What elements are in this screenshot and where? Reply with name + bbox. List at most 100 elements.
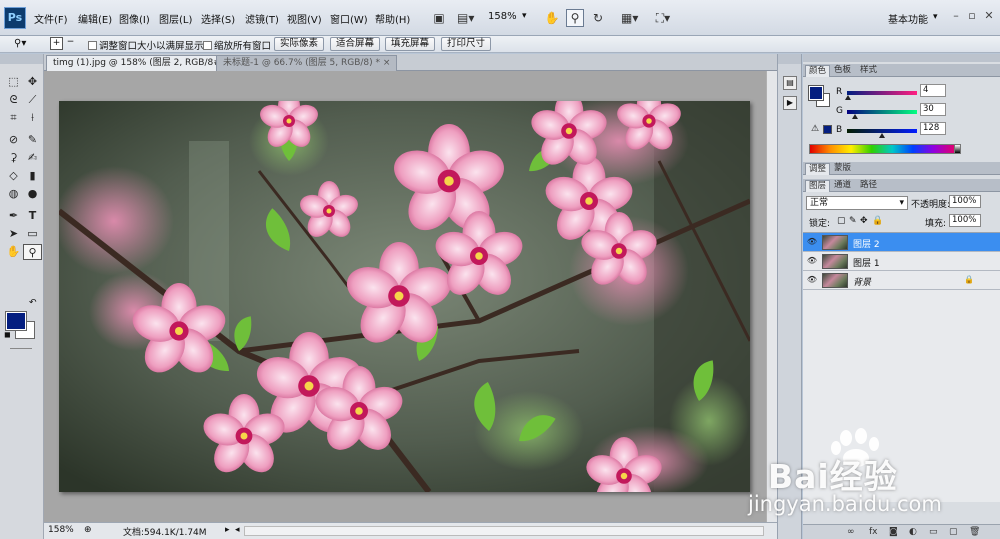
- tab-adjustments[interactable]: 调整: [805, 163, 831, 175]
- shape-tool-icon[interactable]: ▭: [23, 226, 42, 242]
- screen-mode-icon[interactable]: ▤▾: [456, 9, 474, 27]
- blue-slider-thumb[interactable]: [879, 133, 886, 138]
- actions-panel-icon[interactable]: ▶: [783, 96, 797, 110]
- zoom-out-icon[interactable]: −: [64, 37, 77, 50]
- gradient-tool-icon[interactable]: ▮: [23, 168, 42, 184]
- blur-tool-icon[interactable]: ◍: [4, 186, 23, 202]
- red-slider-thumb[interactable]: [845, 95, 852, 100]
- add-mask-icon[interactable]: ◙: [889, 527, 898, 537]
- lock-transparency-icon[interactable]: ▢: [837, 216, 846, 226]
- red-channel-slider[interactable]: [845, 91, 917, 100]
- eraser-tool-icon[interactable]: ◇: [4, 168, 23, 184]
- restore-icon[interactable]: ▫: [966, 9, 978, 23]
- zoom-tool-icon[interactable]: ⚲: [23, 244, 42, 260]
- clone-stamp-tool-icon[interactable]: ⚳: [4, 150, 23, 166]
- chevron-down-icon[interactable]: ▾: [522, 11, 527, 21]
- layer-row-layer-2[interactable]: 👁 图层 2: [803, 233, 1000, 252]
- out-of-gamut-warning-icon[interactable]: ⚠: [811, 124, 819, 134]
- menu-filter[interactable]: 滤镜(T): [245, 11, 279, 26]
- delete-layer-icon[interactable]: 🗑: [969, 527, 980, 537]
- resize-windows-checkbox[interactable]: 调整窗口大小以满屏显示: [88, 38, 204, 52]
- blue-channel-slider[interactable]: [847, 129, 917, 138]
- close-icon[interactable]: ✕: [983, 9, 995, 23]
- marquee-tool-icon[interactable]: ⬚: [4, 74, 23, 90]
- menu-layer[interactable]: 图层(L): [159, 11, 192, 26]
- eyedropper-tool-icon[interactable]: ⟊: [23, 110, 42, 126]
- history-brush-tool-icon[interactable]: ✍: [23, 150, 42, 166]
- green-slider-thumb[interactable]: [852, 114, 859, 119]
- visibility-eye-icon[interactable]: 👁: [806, 256, 818, 266]
- document-horizontal-scrollbar[interactable]: [244, 526, 764, 536]
- minimize-icon[interactable]: –: [950, 9, 962, 23]
- color-panel-foreground-swatch[interactable]: [808, 85, 824, 101]
- tab-swatches[interactable]: 色板: [831, 65, 854, 77]
- blue-channel-value[interactable]: 128: [920, 122, 946, 135]
- zoom-in-icon[interactable]: +: [50, 37, 63, 50]
- menu-view[interactable]: 视图(V): [287, 11, 322, 26]
- visibility-eye-icon[interactable]: 👁: [806, 275, 818, 285]
- lock-image-icon[interactable]: ✎: [849, 216, 857, 226]
- layer-name[interactable]: 图层 1: [853, 256, 880, 269]
- tab-layers[interactable]: 图层: [805, 180, 831, 192]
- rotate-view-icon[interactable]: ↻: [589, 9, 607, 27]
- lock-all-icon[interactable]: 🔒: [872, 216, 883, 226]
- close-tab-icon[interactable]: ×: [383, 58, 391, 68]
- menu-image[interactable]: 图像(I): [119, 11, 150, 26]
- zoom-level-select[interactable]: 158%: [488, 11, 517, 22]
- fill-screen-button[interactable]: 填充屏幕: [385, 37, 436, 51]
- green-channel-slider[interactable]: [847, 110, 917, 119]
- link-layers-icon[interactable]: ∞: [847, 527, 855, 537]
- scroll-left-icon[interactable]: ◂: [235, 525, 240, 535]
- gamut-color-swatch[interactable]: [823, 125, 832, 134]
- brush-tool-icon[interactable]: ✎: [23, 132, 42, 148]
- opacity-field[interactable]: 100%: [949, 195, 981, 208]
- red-channel-value[interactable]: 4: [920, 84, 946, 97]
- adjustment-layer-icon[interactable]: ◐: [909, 527, 917, 537]
- default-colors-icon[interactable]: ◼: [4, 330, 11, 339]
- new-group-icon[interactable]: ▭: [929, 527, 938, 537]
- path-selection-tool-icon[interactable]: ➤: [4, 226, 23, 242]
- green-channel-value[interactable]: 30: [920, 103, 946, 116]
- screen-mode-full-icon[interactable]: ⛶▾: [654, 9, 672, 27]
- history-panel-icon[interactable]: ▤: [783, 76, 797, 90]
- tab-color[interactable]: 颜色: [805, 65, 831, 77]
- move-tool-icon[interactable]: ✥: [23, 74, 42, 90]
- blend-mode-select[interactable]: 正常 ▾: [806, 196, 908, 210]
- status-menu-arrow-icon[interactable]: ▸: [225, 525, 230, 535]
- dodge-tool-icon[interactable]: ●: [23, 186, 42, 202]
- lasso-tool-icon[interactable]: ᘓ: [4, 92, 23, 108]
- menu-edit[interactable]: 编辑(E): [78, 11, 112, 26]
- visibility-eye-icon[interactable]: 👁: [806, 237, 818, 247]
- new-layer-icon[interactable]: ▢: [949, 527, 958, 537]
- foreground-color-swatch[interactable]: [5, 311, 27, 331]
- tab-styles[interactable]: 样式: [857, 65, 880, 77]
- hand-tool-icon[interactable]: ✋: [4, 244, 23, 260]
- bridge-icon[interactable]: ▣: [430, 9, 448, 27]
- workspace-switcher[interactable]: 基本功能: [888, 11, 928, 26]
- lock-position-icon[interactable]: ✥: [860, 216, 868, 226]
- actual-pixels-button[interactable]: 实际像素: [274, 37, 325, 51]
- arrange-documents-icon[interactable]: ▦▾: [620, 9, 638, 27]
- healing-brush-tool-icon[interactable]: ⊘: [4, 132, 23, 148]
- zoom-tool-icon[interactable]: ⚲: [566, 9, 584, 27]
- zoom-tool-preset-icon[interactable]: ⚲▾: [14, 38, 26, 49]
- crop-tool-icon[interactable]: ⌗: [4, 110, 23, 126]
- layer-name[interactable]: 图层 2: [853, 237, 880, 250]
- black-white-ramp[interactable]: [955, 144, 961, 154]
- canvas-area[interactable]: [44, 71, 777, 522]
- document-vertical-scrollbar[interactable]: [766, 71, 777, 522]
- menu-select[interactable]: 选择(S): [201, 11, 235, 26]
- chevron-down-icon[interactable]: ▾: [933, 12, 938, 22]
- fit-screen-button[interactable]: 适合屏幕: [330, 37, 381, 51]
- menu-file[interactable]: 文件(F): [34, 11, 68, 26]
- type-tool-icon[interactable]: T: [23, 208, 42, 224]
- layer-row-layer-1[interactable]: 👁 图层 1: [803, 252, 1000, 271]
- tools-panel-handle[interactable]: [0, 54, 43, 64]
- tab-channels[interactable]: 通道: [831, 180, 854, 192]
- pen-tool-icon[interactable]: ✒: [4, 208, 23, 224]
- menu-help[interactable]: 帮助(H): [375, 11, 410, 26]
- tab-document-untitled[interactable]: 未标题-1 @ 66.7% (图层 5, RGB/8) * ×: [216, 55, 398, 71]
- tab-masks[interactable]: 蒙版: [831, 163, 854, 175]
- layer-name[interactable]: 背景: [853, 275, 871, 288]
- status-options-icon[interactable]: ⊕: [84, 525, 92, 535]
